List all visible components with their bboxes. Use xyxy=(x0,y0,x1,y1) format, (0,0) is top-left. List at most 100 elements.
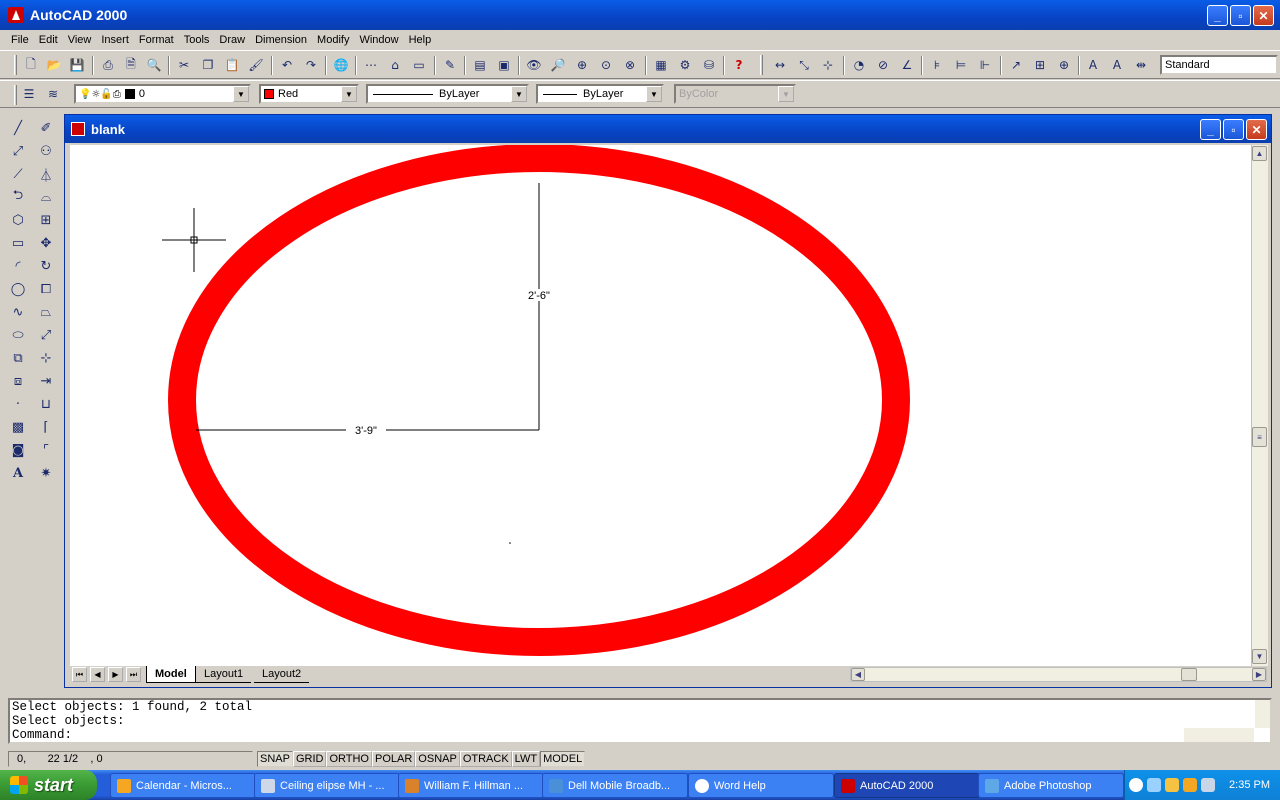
ellipse-icon[interactable]: ⬭ xyxy=(8,325,28,345)
command-horizontal-scrollbar[interactable] xyxy=(1184,728,1254,742)
menu-tools[interactable]: Tools xyxy=(179,34,215,46)
tab-model[interactable]: Model xyxy=(146,666,196,683)
lengthen-icon[interactable]: ⤢ xyxy=(36,325,56,345)
properties-icon[interactable]: ▦ xyxy=(652,57,670,73)
taskbar-clock[interactable]: 2:35 PM xyxy=(1229,779,1270,791)
zoom-extents-icon[interactable]: ⊗ xyxy=(621,57,639,73)
arc-icon[interactable]: ◜ xyxy=(8,256,28,276)
layers-icon[interactable]: ☰ xyxy=(20,86,38,102)
make-block-icon[interactable]: ⧈ xyxy=(8,371,28,391)
zoom-window-icon[interactable]: ⊕ xyxy=(573,57,591,73)
trim-icon[interactable]: ⊹ xyxy=(36,348,56,368)
menu-draw[interactable]: Draw xyxy=(214,34,250,46)
drawing-horizontal-scrollbar[interactable]: ◀ ▶ xyxy=(850,667,1267,682)
color-select[interactable]: Red ▼ xyxy=(259,84,359,104)
taskbar-item[interactable]: Ceiling elipse MH - ... xyxy=(254,773,400,798)
taskbar-item[interactable]: Calendar - Micros... xyxy=(110,773,256,798)
scroll-down-icon[interactable]: ▼ xyxy=(1252,649,1267,664)
print-preview-icon[interactable]: 🗎 xyxy=(122,57,140,73)
menu-insert[interactable]: Insert xyxy=(96,34,134,46)
scroll-left-icon[interactable]: ◀ xyxy=(851,668,865,681)
hexagon-icon[interactable]: ⬡ xyxy=(8,210,28,230)
dim-diameter-icon[interactable]: ⊘ xyxy=(874,57,892,73)
point-icon[interactable]: · xyxy=(8,394,28,414)
snap-toggle[interactable]: SNAP xyxy=(257,750,293,767)
help-icon[interactable]: ? xyxy=(730,57,748,73)
polygon-icon[interactable]: ⮌ xyxy=(8,187,28,207)
command-prompt[interactable]: Command: xyxy=(12,728,1270,742)
tracking-icon[interactable]: ⋯ xyxy=(362,57,380,73)
dim-edit-icon[interactable]: A xyxy=(1084,57,1102,73)
viewports-icon[interactable]: ▣ xyxy=(495,57,513,73)
dim-aligned-icon[interactable]: ⤡ xyxy=(795,57,813,73)
menu-view[interactable]: View xyxy=(63,34,97,46)
taskbar-item[interactable]: Word Help xyxy=(688,773,834,798)
prev-tab-icon[interactable]: ◀ xyxy=(90,667,105,682)
command-line-window[interactable]: Select objects: 1 found, 2 total Select … xyxy=(8,698,1272,744)
network-status-icon[interactable] xyxy=(1147,778,1161,792)
chevron-down-icon[interactable]: ▼ xyxy=(233,86,249,102)
match-properties-icon[interactable]: 🖌 xyxy=(247,57,265,73)
dim-ordinate-icon[interactable]: ⊹ xyxy=(819,57,837,73)
line-icon[interactable]: ╱ xyxy=(8,118,28,138)
chevron-down-icon[interactable]: ▼ xyxy=(341,86,357,102)
undo-icon[interactable]: ↶ xyxy=(278,57,296,73)
drawing-maximize-button[interactable]: ▫ xyxy=(1223,119,1244,140)
save-icon[interactable]: 💾 xyxy=(68,57,86,73)
menu-modify[interactable]: Modify xyxy=(312,34,354,46)
region-icon[interactable]: ◙ xyxy=(8,440,28,460)
drawing-vertical-scrollbar[interactable]: ▲ ≡ ▼ xyxy=(1251,145,1268,666)
move-icon[interactable]: ✥ xyxy=(36,233,56,253)
explode-icon[interactable]: ✷ xyxy=(36,463,56,483)
outlook-tray-icon[interactable] xyxy=(1183,778,1197,792)
autocad-logo-icon[interactable] xyxy=(8,7,24,23)
make-layer-current-icon[interactable]: ≋ xyxy=(44,86,62,102)
drawing-minimize-button[interactable]: _ xyxy=(1200,119,1221,140)
mirror-icon[interactable]: ⏃ xyxy=(36,164,56,184)
construction-line-icon[interactable]: ⤢ xyxy=(8,141,28,161)
named-views-icon[interactable]: ▤ xyxy=(471,57,489,73)
grid-toggle[interactable]: GRID xyxy=(292,750,327,767)
tab-layout1[interactable]: Layout1 xyxy=(196,666,252,683)
distance-icon[interactable]: ▭ xyxy=(410,57,428,73)
menu-dimension[interactable]: Dimension xyxy=(250,34,312,46)
minimize-button[interactable]: _ xyxy=(1207,5,1228,26)
taskbar-item[interactable]: Dell Mobile Broadb... xyxy=(542,773,688,798)
app-title-bar[interactable]: AutoCAD 2000 _ ▫ ✕ xyxy=(0,0,1280,30)
dim-continue-icon[interactable]: ⊩ xyxy=(976,57,994,73)
hscroll-thumb[interactable] xyxy=(1181,668,1197,681)
osnap-toggle[interactable]: OSNAP xyxy=(415,750,460,767)
coordinate-readout[interactable]: 0, 22 1/2 , 0 xyxy=(8,750,253,767)
dim-radius-icon[interactable]: ◔ xyxy=(850,57,868,73)
display-icon[interactable] xyxy=(1201,778,1215,792)
ucs-icon[interactable]: ⌂ xyxy=(386,57,404,73)
drawing-doc-icon[interactable] xyxy=(71,122,85,136)
rectangle-icon[interactable]: ▭ xyxy=(8,233,28,253)
pan-icon[interactable]: 👁 xyxy=(525,57,543,73)
taskbar-item[interactable]: William F. Hillman ... xyxy=(398,773,544,798)
lwt-toggle[interactable]: LWT xyxy=(511,750,541,767)
toolbar-grip[interactable] xyxy=(14,55,17,75)
chamfer-icon[interactable]: ⌈ xyxy=(36,417,56,437)
start-button[interactable]: start xyxy=(0,770,97,800)
chevron-down-icon[interactable]: ▼ xyxy=(646,86,662,102)
taskbar-item[interactable]: Adobe Photoshop xyxy=(978,773,1124,798)
center-mark-icon[interactable]: ⊕ xyxy=(1055,57,1073,73)
hyperlink-icon[interactable]: 🌐 xyxy=(332,57,350,73)
next-tab-icon[interactable]: ▶ xyxy=(108,667,123,682)
drawing-close-button[interactable]: ✕ xyxy=(1246,119,1267,140)
stretch-icon[interactable]: ⏢ xyxy=(36,302,56,322)
toolbar-grip[interactable] xyxy=(14,85,17,105)
layer-select[interactable]: 💡☼🔓⎙ 0 ▼ xyxy=(74,84,251,104)
fillet-icon[interactable]: ⌜ xyxy=(36,440,56,460)
stray-point[interactable] xyxy=(509,542,511,544)
break-icon[interactable]: ⊔ xyxy=(36,394,56,414)
chrome-icon[interactable] xyxy=(1165,778,1179,792)
find-icon[interactable]: 🔍 xyxy=(145,57,163,73)
first-tab-icon[interactable]: ⏮ xyxy=(72,667,87,682)
restore-button[interactable]: ▫ xyxy=(1230,5,1251,26)
close-button[interactable]: ✕ xyxy=(1253,5,1274,26)
linetype-select[interactable]: ByLayer ▼ xyxy=(366,84,529,104)
menu-file[interactable]: File xyxy=(6,34,34,46)
spline-icon[interactable]: ∿ xyxy=(8,302,28,322)
